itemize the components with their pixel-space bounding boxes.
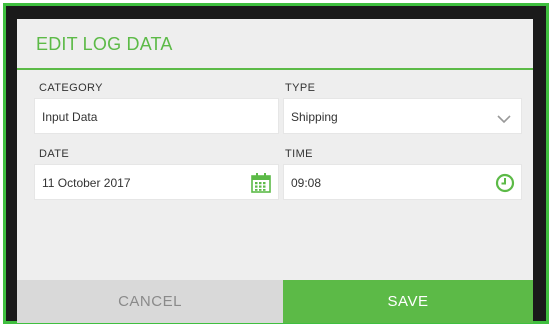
calendar-icon[interactable] bbox=[250, 172, 272, 199]
category-value: Input Data bbox=[42, 110, 98, 124]
date-label: DATE bbox=[39, 148, 70, 160]
type-label: TYPE bbox=[285, 82, 316, 94]
cancel-button[interactable]: CANCEL bbox=[17, 280, 283, 323]
type-value: Shipping bbox=[291, 110, 338, 124]
edit-log-dialog: EDIT LOG DATA CATEGORY Input Data TYPE S… bbox=[17, 19, 533, 323]
time-field[interactable]: 09:08 bbox=[283, 164, 522, 200]
time-label: TIME bbox=[285, 148, 313, 160]
dialog-title: EDIT LOG DATA bbox=[36, 34, 173, 54]
chevron-down-icon[interactable] bbox=[497, 111, 511, 129]
save-button[interactable]: SAVE bbox=[283, 280, 533, 323]
type-select[interactable]: Shipping bbox=[283, 98, 522, 134]
date-field[interactable]: 11 October 2017 bbox=[34, 164, 279, 200]
clock-icon[interactable] bbox=[495, 173, 515, 198]
dialog-header: EDIT LOG DATA bbox=[17, 19, 533, 70]
category-field[interactable]: Input Data bbox=[34, 98, 279, 134]
category-label: CATEGORY bbox=[39, 82, 103, 94]
time-value: 09:08 bbox=[291, 176, 322, 190]
date-value: 11 October 2017 bbox=[42, 176, 131, 190]
